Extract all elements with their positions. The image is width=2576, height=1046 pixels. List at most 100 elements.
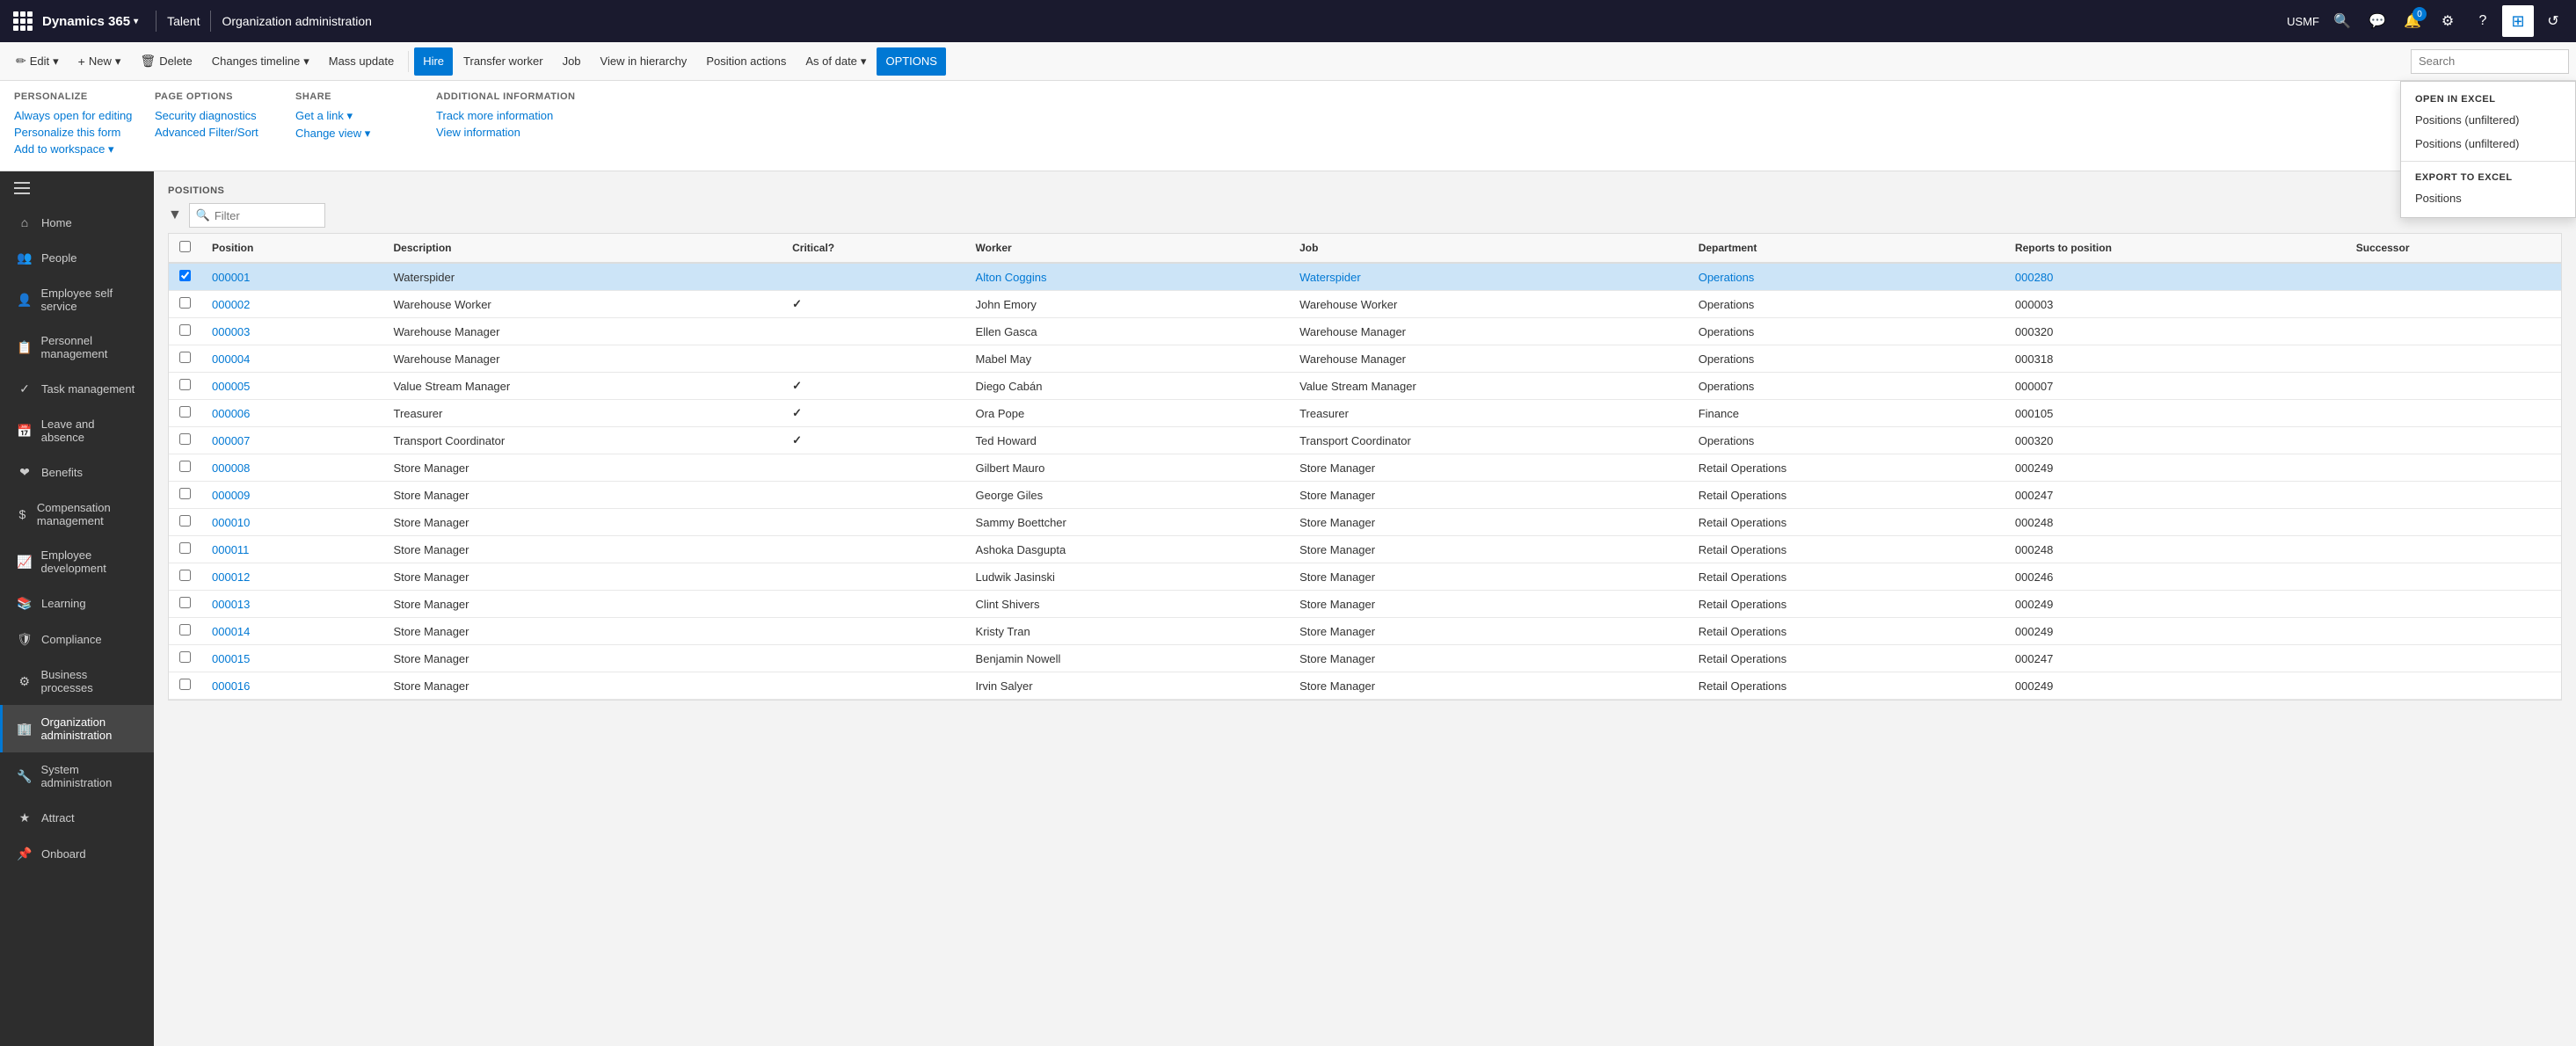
table-row[interactable]: 000002Warehouse Worker✓John EmoryWarehou… xyxy=(169,291,2561,318)
row-checkbox[interactable] xyxy=(179,324,191,336)
row-checkbox[interactable] xyxy=(179,270,191,281)
app-name[interactable]: Dynamics 365 ▾ xyxy=(42,14,138,29)
sidebar-item-people[interactable]: 👥 People xyxy=(0,240,154,276)
sidebar-item-compensation-management[interactable]: $ Compensation management xyxy=(0,490,154,538)
table-row[interactable]: 000001WaterspiderAlton CogginsWaterspide… xyxy=(169,263,2561,291)
table-row[interactable]: 000006Treasurer✓Ora PopeTreasurerFinance… xyxy=(169,400,2561,427)
row-checkbox[interactable] xyxy=(179,488,191,499)
as-of-date-button[interactable]: As of date ▾ xyxy=(797,47,875,76)
add-workspace-link[interactable]: Add to workspace ▾ xyxy=(14,142,134,156)
office-apps-button[interactable]: ⊞ xyxy=(2502,5,2534,37)
sidebar-item-compliance[interactable]: 🛡 Compliance xyxy=(0,621,154,657)
table-row[interactable]: 000007Transport Coordinator✓Ted HowardTr… xyxy=(169,427,2561,454)
row-checkbox[interactable] xyxy=(179,570,191,581)
settings-button[interactable]: ⚙ xyxy=(2432,5,2463,37)
row-checkbox[interactable] xyxy=(179,515,191,527)
table-row[interactable]: 000014Store ManagerKristy TranStore Mana… xyxy=(169,618,2561,645)
new-button[interactable]: + New ▾ xyxy=(69,47,130,76)
job-link[interactable]: Waterspider xyxy=(1299,271,1361,284)
sidebar-item-business-processes[interactable]: ⚙ Business processes xyxy=(0,657,154,705)
chat-button[interactable]: 💬 xyxy=(2361,5,2393,37)
table-row[interactable]: 000003Warehouse ManagerEllen GascaWareho… xyxy=(169,318,2561,345)
position-link[interactable]: 000009 xyxy=(212,489,250,502)
sidebar-item-personnel-management[interactable]: 📋 Personnel management xyxy=(0,323,154,371)
position-actions-button[interactable]: Position actions xyxy=(697,47,795,76)
sidebar-item-system-administration[interactable]: 🔧 System administration xyxy=(0,752,154,800)
always-open-link[interactable]: Always open for editing xyxy=(14,109,134,122)
search-nav-button[interactable]: 🔍 xyxy=(2326,5,2358,37)
sidebar-item-onboard[interactable]: 📌 Onboard xyxy=(0,836,154,872)
table-row[interactable]: 000011Store ManagerAshoka DasguptaStore … xyxy=(169,536,2561,563)
positions-unfiltered-2[interactable]: Positions (unfiltered) xyxy=(2401,132,2575,156)
mass-update-button[interactable]: Mass update xyxy=(320,47,403,76)
sidebar-item-employee-development[interactable]: 📈 Employee development xyxy=(0,538,154,585)
table-row[interactable]: 000004Warehouse ManagerMabel MayWarehous… xyxy=(169,345,2561,373)
sidebar-hamburger[interactable] xyxy=(0,171,154,205)
select-all-checkbox[interactable] xyxy=(179,241,191,252)
table-row[interactable]: 000008Store ManagerGilbert MauroStore Ma… xyxy=(169,454,2561,482)
hire-button[interactable]: Hire xyxy=(414,47,453,76)
row-checkbox[interactable] xyxy=(179,433,191,445)
position-link[interactable]: 000010 xyxy=(212,516,250,529)
position-link[interactable]: 000006 xyxy=(212,407,250,420)
table-row[interactable]: 000005Value Stream Manager✓Diego CabánVa… xyxy=(169,373,2561,400)
sidebar-item-employee-self-service[interactable]: 👤 Employee self service xyxy=(0,276,154,323)
row-checkbox[interactable] xyxy=(179,379,191,390)
table-row[interactable]: 000009Store ManagerGeorge GilesStore Man… xyxy=(169,482,2561,509)
row-checkbox[interactable] xyxy=(179,406,191,418)
track-more-info-link[interactable]: Track more information xyxy=(436,109,575,122)
positions-export[interactable]: Positions xyxy=(2401,186,2575,210)
position-link[interactable]: 000015 xyxy=(212,652,250,665)
table-row[interactable]: 000015Store ManagerBenjamin NowellStore … xyxy=(169,645,2561,672)
table-row[interactable]: 000012Store ManagerLudwik JasinskiStore … xyxy=(169,563,2561,591)
sidebar-item-attract[interactable]: ★ Attract xyxy=(0,800,154,836)
view-hierarchy-button[interactable]: View in hierarchy xyxy=(592,47,696,76)
advanced-filter-link[interactable]: Advanced Filter/Sort xyxy=(155,126,274,139)
sidebar-item-leave-and-absence[interactable]: 📅 Leave and absence xyxy=(0,407,154,454)
positions-unfiltered-1[interactable]: Positions (unfiltered) xyxy=(2401,108,2575,132)
row-checkbox[interactable] xyxy=(179,679,191,690)
personalize-form-link[interactable]: Personalize this form xyxy=(14,126,134,139)
worker-link[interactable]: Alton Coggins xyxy=(976,271,1047,284)
edit-button[interactable]: ✏ Edit ▾ xyxy=(7,47,68,76)
view-information-link[interactable]: View information xyxy=(436,126,575,139)
sidebar-item-benefits[interactable]: ❤ Benefits xyxy=(0,454,154,490)
position-link[interactable]: 000003 xyxy=(212,325,250,338)
position-link[interactable]: 000011 xyxy=(212,543,249,556)
toolbar-search-input[interactable] xyxy=(2411,49,2569,74)
position-link[interactable]: 000012 xyxy=(212,570,250,584)
sidebar-item-organization-administration[interactable]: 🏢 Organization administration xyxy=(0,705,154,752)
sidebar-item-task-management[interactable]: ✓ Task management xyxy=(0,371,154,407)
help-button[interactable]: ? xyxy=(2467,5,2499,37)
change-view-link[interactable]: Change view ▾ xyxy=(295,127,415,141)
table-row[interactable]: 000010Store ManagerSammy BoettcherStore … xyxy=(169,509,2561,536)
reports-to-link[interactable]: 000280 xyxy=(2015,271,2053,284)
row-checkbox[interactable] xyxy=(179,597,191,608)
row-checkbox[interactable] xyxy=(179,297,191,309)
job-button[interactable]: Job xyxy=(554,47,590,76)
row-checkbox[interactable] xyxy=(179,651,191,663)
row-checkbox[interactable] xyxy=(179,624,191,636)
options-button[interactable]: OPTIONS xyxy=(877,47,946,76)
position-link[interactable]: 000007 xyxy=(212,434,250,447)
delete-button[interactable]: 🗑 Delete xyxy=(131,47,200,76)
row-checkbox[interactable] xyxy=(179,542,191,554)
table-row[interactable]: 000016Store ManagerIrvin SalyerStore Man… xyxy=(169,672,2561,700)
row-checkbox[interactable] xyxy=(179,352,191,363)
position-link[interactable]: 000013 xyxy=(212,598,250,611)
transfer-worker-button[interactable]: Transfer worker xyxy=(455,47,552,76)
table-row[interactable]: 000013Store ManagerClint ShiversStore Ma… xyxy=(169,591,2561,618)
department-link[interactable]: Operations xyxy=(1699,271,1755,284)
position-link[interactable]: 000002 xyxy=(212,298,250,311)
sidebar-item-learning[interactable]: 📚 Learning xyxy=(0,585,154,621)
sidebar-item-home[interactable]: ⌂ Home xyxy=(0,205,154,240)
position-link[interactable]: 000005 xyxy=(212,380,250,393)
security-diagnostics-link[interactable]: Security diagnostics xyxy=(155,109,274,122)
notifications-button[interactable]: 🔔 0 xyxy=(2397,5,2428,37)
get-link-link[interactable]: Get a link ▾ xyxy=(295,109,415,123)
position-link[interactable]: 000004 xyxy=(212,352,250,366)
row-checkbox[interactable] xyxy=(179,461,191,472)
changes-timeline-button[interactable]: Changes timeline ▾ xyxy=(203,47,318,76)
waffle-menu-button[interactable] xyxy=(7,5,39,37)
position-link[interactable]: 000016 xyxy=(212,679,250,693)
